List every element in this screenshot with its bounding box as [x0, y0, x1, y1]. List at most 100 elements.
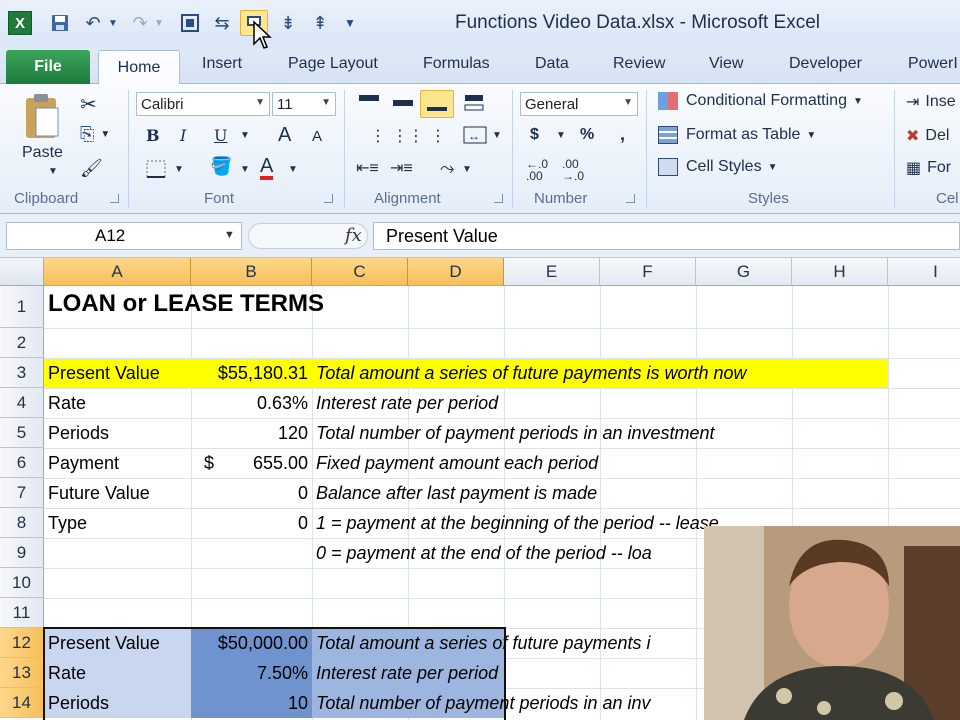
- align-middle-icon[interactable]: [390, 92, 416, 114]
- font-name-combo[interactable]: Calibri ▼: [136, 92, 270, 116]
- row-header-11[interactable]: 11: [0, 598, 44, 628]
- clipboard-launcher-icon[interactable]: [110, 194, 119, 203]
- tab-view[interactable]: View: [709, 55, 743, 73]
- borders-icon[interactable]: [146, 160, 166, 178]
- fill-color-icon[interactable]: 🪣: [210, 156, 232, 177]
- increase-indent-icon[interactable]: ⇥≡: [390, 158, 413, 178]
- cell-c9[interactable]: 0 = payment at the end of the period -- …: [312, 538, 652, 568]
- tab-page-layout[interactable]: Page Layout: [288, 55, 378, 73]
- row-header-13[interactable]: 13: [0, 658, 44, 688]
- cell-c12[interactable]: Total amount a series of future payments…: [312, 628, 651, 658]
- insert-cells-button[interactable]: ⇥ Inse: [906, 92, 956, 112]
- column-header-g[interactable]: G: [696, 258, 792, 286]
- merge-center-icon[interactable]: ↔: [462, 124, 488, 146]
- row-header-6[interactable]: 6: [0, 448, 44, 478]
- undo-icon[interactable]: ↶: [80, 10, 106, 36]
- column-header-f[interactable]: F: [600, 258, 696, 286]
- tab-developer[interactable]: Developer: [789, 55, 862, 73]
- currency-button[interactable]: $: [530, 126, 539, 144]
- cell-b8[interactable]: 0: [191, 508, 312, 538]
- column-header-e[interactable]: E: [504, 258, 600, 286]
- tab-data[interactable]: Data: [535, 55, 569, 73]
- percent-button[interactable]: %: [580, 126, 594, 144]
- insert-function-icon[interactable]: fx: [345, 225, 362, 246]
- column-header-a[interactable]: A: [44, 258, 191, 286]
- row-header-1[interactable]: 1: [0, 286, 44, 328]
- decrease-indent-icon[interactable]: ⇤≡: [356, 158, 379, 178]
- format-as-table-button[interactable]: Format as Table ▼: [658, 126, 816, 144]
- text-direction-dropdown-icon[interactable]: ▼: [462, 164, 472, 175]
- cell-b4[interactable]: 0.63%: [191, 388, 312, 418]
- column-header-h[interactable]: H: [792, 258, 888, 286]
- cell-styles-button[interactable]: Cell Styles ▼: [658, 158, 777, 176]
- number-launcher-icon[interactable]: [626, 194, 635, 203]
- excel-app-icon[interactable]: X: [8, 11, 32, 35]
- cell-a7[interactable]: Future Value: [44, 478, 191, 508]
- row-header-9[interactable]: 9: [0, 538, 44, 568]
- cell-b13[interactable]: 7.50%: [191, 658, 312, 688]
- cell-a14[interactable]: Periods: [44, 688, 191, 718]
- redo-dropdown-icon[interactable]: ▼: [152, 10, 166, 36]
- column-header-b[interactable]: B: [191, 258, 312, 286]
- sort-icon[interactable]: ⇆: [208, 10, 236, 36]
- grow-font-button[interactable]: A: [278, 124, 291, 147]
- undo-dropdown-icon[interactable]: ▼: [106, 10, 120, 36]
- cell-c14[interactable]: Total number of payment periods in an in…: [312, 688, 651, 718]
- font-color-button[interactable]: A: [260, 156, 274, 180]
- column-header-i[interactable]: I: [888, 258, 960, 286]
- cell-a6[interactable]: Payment: [44, 448, 191, 478]
- cell-c5[interactable]: Total number of payment periods in an in…: [312, 418, 715, 448]
- cut-icon[interactable]: ✂: [80, 92, 97, 117]
- format-cells-button[interactable]: ▦ For: [906, 158, 951, 178]
- outdent-icon[interactable]: ⇞: [306, 10, 334, 36]
- paste-icon[interactable]: [22, 92, 64, 142]
- borders-dropdown-icon[interactable]: ▼: [174, 164, 184, 175]
- name-box[interactable]: A12: [6, 222, 242, 250]
- row-header-3[interactable]: 3: [0, 358, 44, 388]
- cell-b7[interactable]: 0: [191, 478, 312, 508]
- tab-formulas[interactable]: Formulas: [423, 55, 490, 73]
- conditional-formatting-button[interactable]: Conditional Formatting ▼: [658, 92, 863, 110]
- bold-button[interactable]: B: [146, 126, 160, 145]
- row-header-4[interactable]: 4: [0, 388, 44, 418]
- row-header-8[interactable]: 8: [0, 508, 44, 538]
- row-header-7[interactable]: 7: [0, 478, 44, 508]
- underline-dropdown-icon[interactable]: ▼: [240, 130, 250, 141]
- decrease-decimal-icon[interactable]: .00 →.0: [562, 158, 584, 182]
- tab-powerpivot[interactable]: PowerI: [908, 55, 958, 73]
- tab-home[interactable]: Home: [98, 50, 180, 85]
- orientation-icon[interactable]: [462, 92, 488, 114]
- row-header-2[interactable]: 2: [0, 328, 44, 358]
- save-icon[interactable]: [46, 10, 74, 36]
- tab-review[interactable]: Review: [613, 55, 665, 73]
- row-header-10[interactable]: 10: [0, 568, 44, 598]
- indent-icon[interactable]: ⇟: [274, 10, 302, 36]
- currency-dropdown-icon[interactable]: ▼: [556, 130, 566, 141]
- paste-button[interactable]: Paste: [22, 144, 63, 162]
- select-all-corner[interactable]: [0, 258, 44, 286]
- copy-icon[interactable]: ⎘ ▼: [80, 124, 110, 145]
- form-icon[interactable]: [176, 10, 204, 36]
- sheet-title-cell[interactable]: LOAN or LEASE TERMS: [48, 290, 324, 318]
- paste-dropdown-icon[interactable]: ▼: [48, 166, 58, 177]
- comma-button[interactable]: ,: [620, 124, 625, 145]
- cell-a8[interactable]: Type: [44, 508, 191, 538]
- alignment-launcher-icon[interactable]: [494, 194, 503, 203]
- column-header-d[interactable]: D: [408, 258, 504, 286]
- cell-b5[interactable]: 120: [191, 418, 312, 448]
- align-bottom-icon[interactable]: [420, 90, 454, 118]
- font-color-dropdown-icon[interactable]: ▼: [288, 164, 298, 175]
- font-launcher-icon[interactable]: [324, 194, 333, 203]
- cell-a4[interactable]: Rate: [44, 388, 191, 418]
- cell-c3[interactable]: Total amount a series of future payments…: [312, 358, 747, 388]
- row-header-5[interactable]: 5: [0, 418, 44, 448]
- number-format-combo[interactable]: General ▼: [520, 92, 638, 116]
- cell-c7[interactable]: Balance after last payment is made: [312, 478, 597, 508]
- cell-c6[interactable]: Fixed payment amount each period: [312, 448, 598, 478]
- cell-a5[interactable]: Periods: [44, 418, 191, 448]
- tab-insert[interactable]: Insert: [202, 55, 242, 73]
- formula-input[interactable]: Present Value: [373, 222, 960, 250]
- cell-c4[interactable]: Interest rate per period: [312, 388, 498, 418]
- align-top-icon[interactable]: [356, 92, 382, 114]
- align-center-icon[interactable]: ⋮⋮: [408, 126, 452, 146]
